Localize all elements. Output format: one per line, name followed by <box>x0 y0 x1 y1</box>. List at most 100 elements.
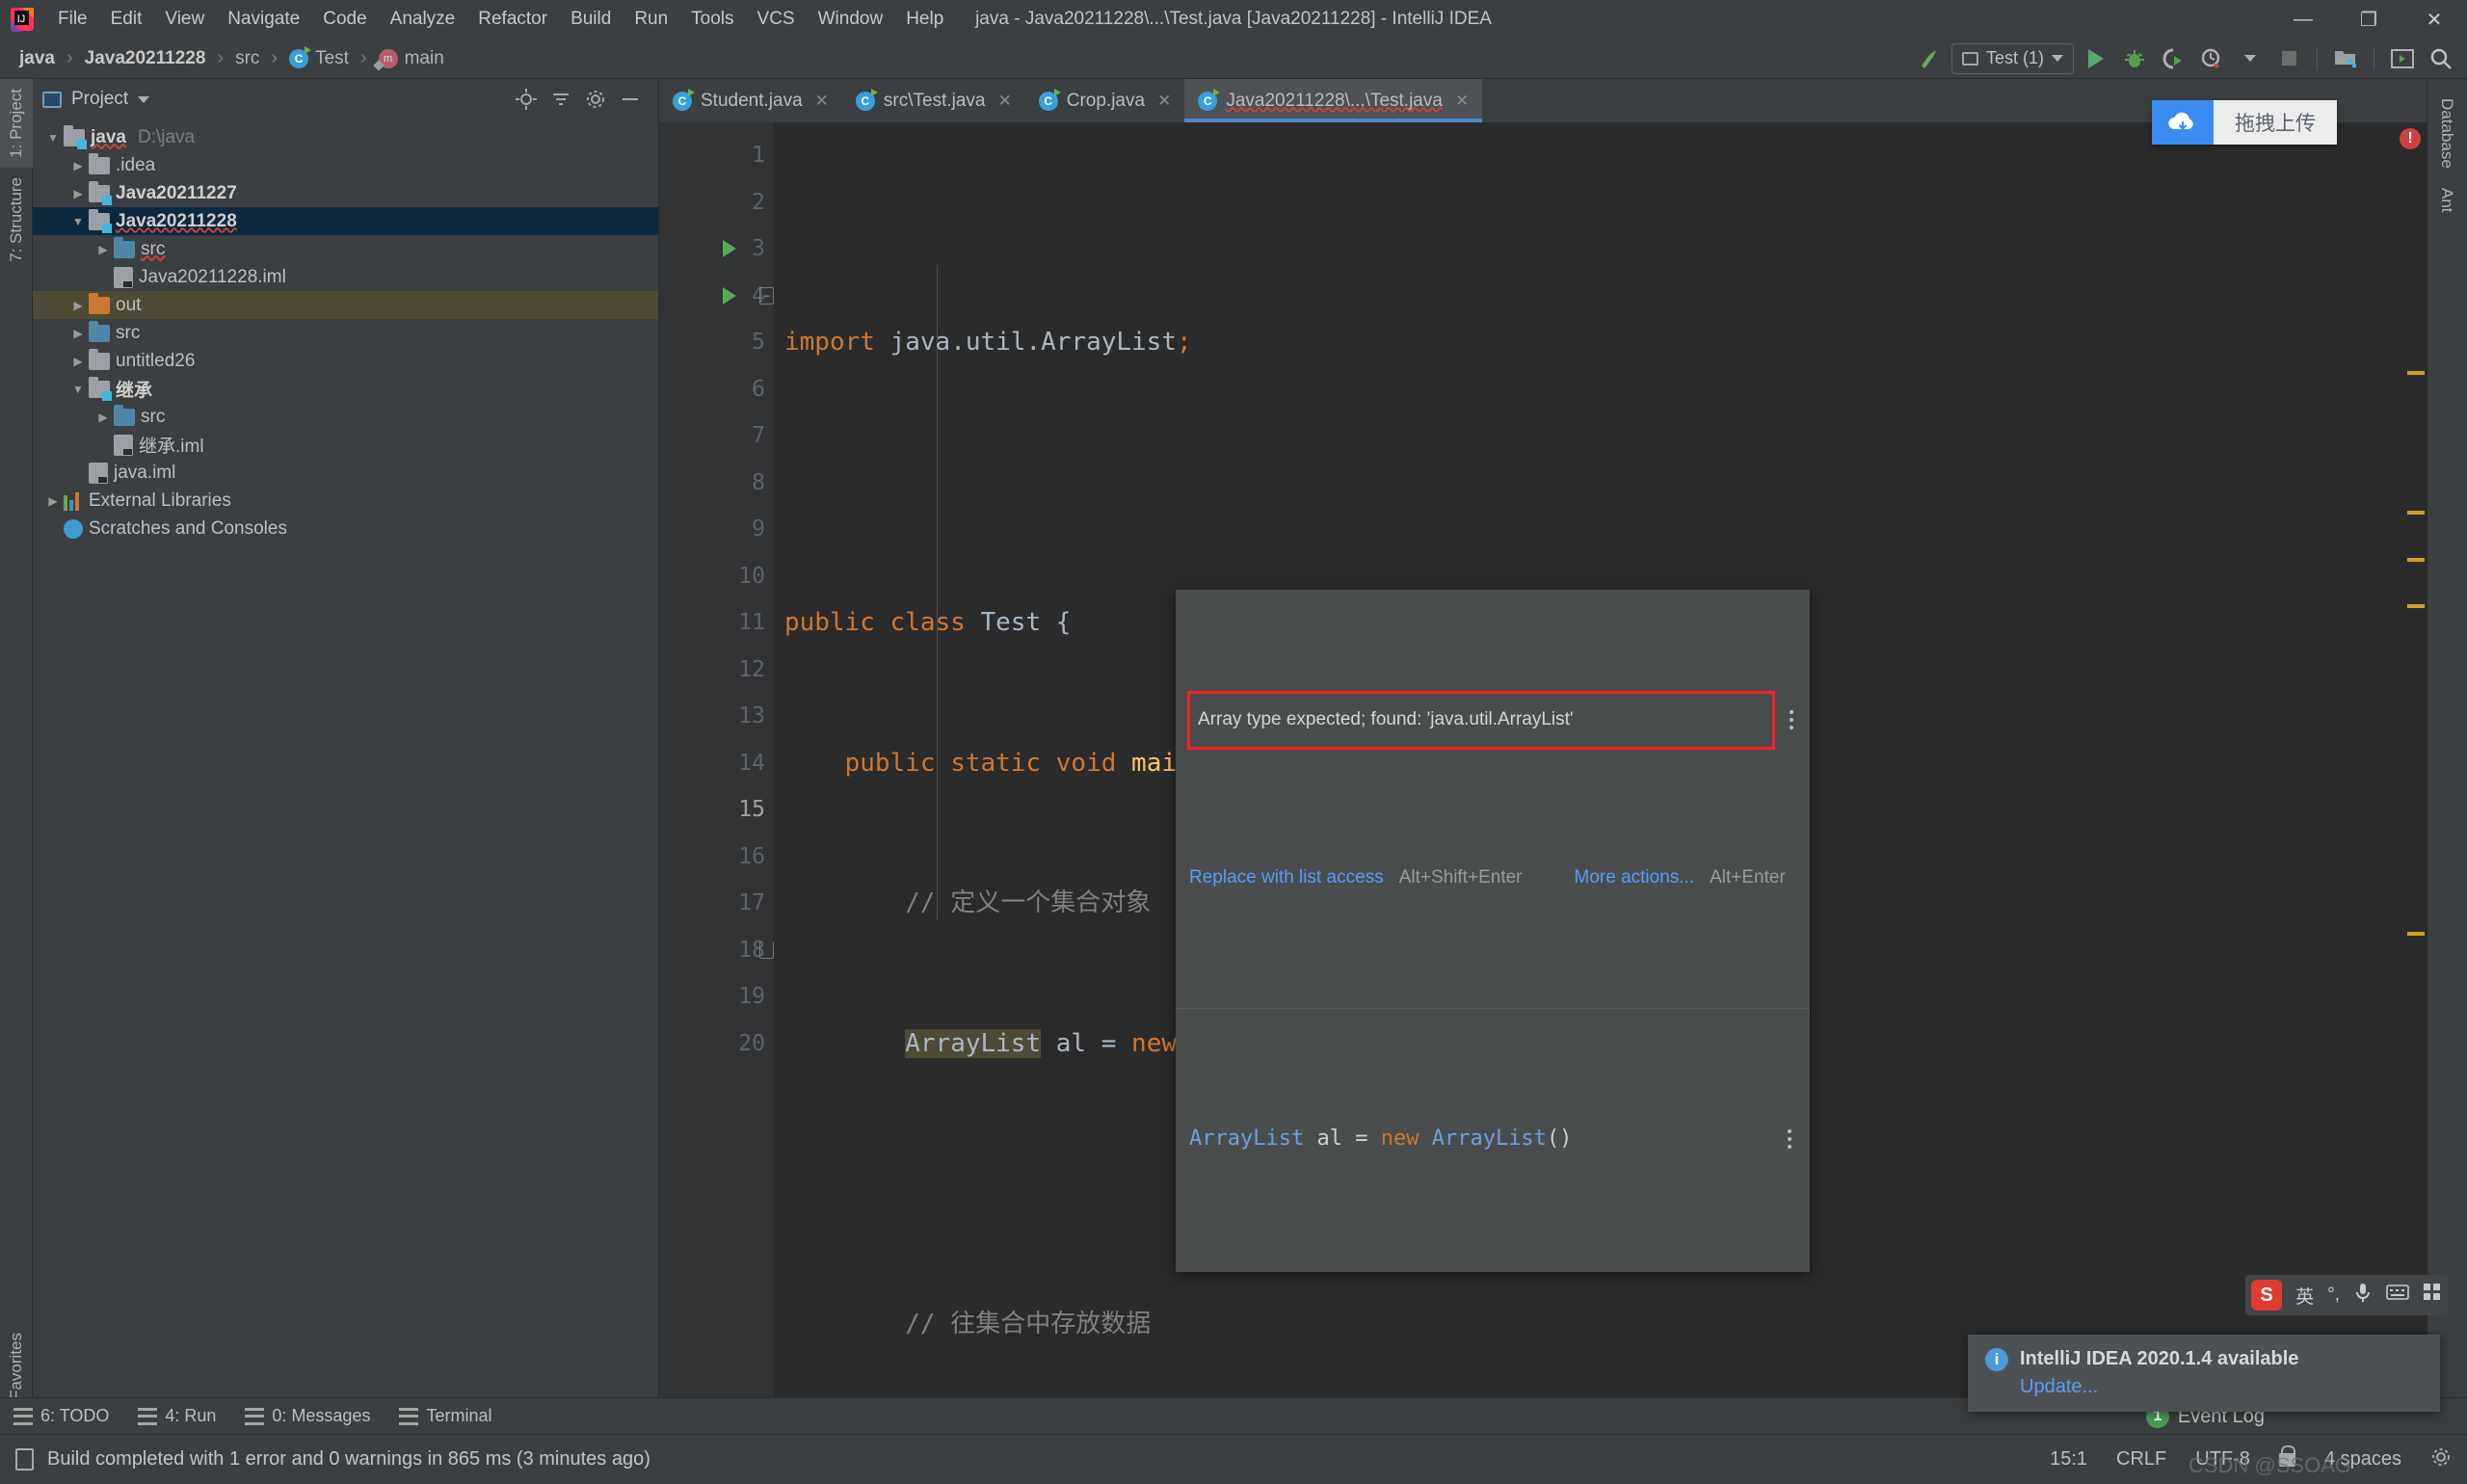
chevron-right-icon[interactable]: ▶ <box>67 327 89 340</box>
sidebar-item-ant[interactable]: Ant <box>2427 178 2466 223</box>
close-icon[interactable]: ✕ <box>1157 92 1171 111</box>
chevron-right-icon[interactable]: ▶ <box>67 299 89 312</box>
tool-window-6-todo[interactable]: 6: TODO <box>13 1406 109 1426</box>
preview-options-icon[interactable] <box>1773 1129 1798 1150</box>
menu-item-analyze[interactable]: Analyze <box>379 5 467 34</box>
chevron-right-icon[interactable]: ▶ <box>67 187 89 200</box>
menu-item-edit[interactable]: Edit <box>99 5 154 34</box>
ime-mode-label[interactable]: 英 <box>2295 1283 2314 1309</box>
profiler-dropdown-icon[interactable] <box>2234 43 2267 74</box>
close-icon[interactable]: ✕ <box>1455 92 1469 111</box>
tree-node--.iml[interactable]: ▶ 继承.iml <box>33 431 658 459</box>
menu-item-build[interactable]: Build <box>559 5 623 34</box>
locate-icon[interactable] <box>516 89 537 110</box>
menu-item-navigate[interactable]: Navigate <box>216 5 311 34</box>
stop-button[interactable] <box>2272 43 2305 74</box>
open-console-button[interactable] <box>2386 43 2419 74</box>
hide-icon[interactable] <box>620 89 641 110</box>
run-button[interactable] <box>2080 43 2112 74</box>
warning-marker[interactable] <box>2407 932 2425 936</box>
tree-node-java20211228.iml[interactable]: ▶ Java20211228.iml <box>33 263 658 291</box>
chevron-down-icon[interactable]: ▼ <box>67 215 89 228</box>
tree-node-out[interactable]: ▶ out <box>33 291 658 319</box>
menu-item-vcs[interactable]: VCS <box>746 5 807 34</box>
gutter-line-4[interactable]: −4 <box>659 273 774 320</box>
gutter-line-1[interactable]: 1 <box>659 132 773 179</box>
gutter-line-17[interactable]: 17 <box>659 880 773 927</box>
editor-gutter[interactable]: 1 2 3−4 5 6 7 8 9 10 11 12 13 14 15 16 17 18 19 20 <box>659 122 774 1434</box>
tool-window-terminal[interactable]: Terminal <box>399 1406 492 1426</box>
maximize-button[interactable]: ❐ <box>2336 0 2401 39</box>
menu-item-window[interactable]: Window <box>807 5 895 34</box>
gutter-line-19[interactable]: 19 <box>659 973 773 1020</box>
chevron-down-icon[interactable]: ▼ <box>67 383 89 396</box>
tree-node-java[interactable]: ▼ java D:\java <box>33 123 658 151</box>
gutter-line-15[interactable]: 15 <box>659 786 773 834</box>
gutter-line-10[interactable]: 10 <box>659 553 773 600</box>
chevron-right-icon[interactable]: ▶ <box>93 243 114 256</box>
editor-tab-student.java[interactable]: C Student.java ✕ <box>659 79 842 122</box>
tool-window-0-messages[interactable]: 0: Messages <box>245 1406 370 1426</box>
tool-window-4-run[interactable]: 4: Run <box>138 1406 216 1426</box>
gutter-line-8[interactable]: 8 <box>659 460 773 507</box>
warning-marker[interactable] <box>2407 604 2425 608</box>
tree-node-src[interactable]: ▶ src <box>33 235 658 263</box>
gutter-line-20[interactable]: 20 <box>659 1020 773 1068</box>
editor-tab-src-test.java[interactable]: Csrc\Test.java ✕ <box>842 79 1025 122</box>
update-project-icon[interactable] <box>1913 43 1946 74</box>
gutter-line-5[interactable]: 5 <box>659 319 773 366</box>
gutter-line-7[interactable]: 7 <box>659 412 773 460</box>
gutter-line-13[interactable]: 13 <box>659 693 773 740</box>
run-gutter-icon[interactable] <box>723 240 736 258</box>
microphone-icon[interactable] <box>2353 1282 2373 1309</box>
run-with-coverage-button[interactable] <box>2157 43 2189 74</box>
menu-item-view[interactable]: View <box>153 5 216 34</box>
replace-with-list-access-action[interactable]: Replace with list access <box>1189 855 1384 902</box>
editor-tab-crop.java[interactable]: C Crop.java ✕ <box>1025 79 1185 122</box>
drag-upload-widget[interactable]: 拖拽上传 <box>2152 100 2337 145</box>
warning-marker[interactable] <box>2407 371 2425 375</box>
editor-tab-java20211228-...-test.java[interactable]: C Java20211228\...\Test.java ✕ <box>1184 79 1483 122</box>
menu-item-tools[interactable]: Tools <box>679 5 745 34</box>
search-everywhere-button[interactable] <box>2425 43 2457 74</box>
tree-node-src[interactable]: ▶ src <box>33 319 658 347</box>
tree-node--[interactable]: ▼ 继承 <box>33 375 658 403</box>
debug-button[interactable] <box>2118 43 2151 74</box>
breadcrumb-item-java20211228[interactable]: Java20211228 <box>81 46 210 71</box>
tree-node-.idea[interactable]: ▶ .idea <box>33 151 658 179</box>
sidebar-item-structure[interactable]: 7: Structure <box>0 168 33 272</box>
settings-gear-icon[interactable] <box>2430 1446 2452 1473</box>
run-gutter-icon[interactable] <box>723 286 736 305</box>
caret-position[interactable]: 15:1 <box>2050 1448 2087 1471</box>
menu-item-refactor[interactable]: Refactor <box>466 5 559 34</box>
line-separator[interactable]: CRLF <box>2116 1448 2166 1471</box>
grid-icon[interactable] <box>2423 1283 2442 1308</box>
fold-end-icon[interactable] <box>759 941 774 959</box>
tree-node-java20211227[interactable]: ▶ Java20211227 <box>33 179 658 207</box>
chevron-down-icon[interactable]: ▼ <box>42 131 64 145</box>
gear-icon[interactable] <box>585 89 606 110</box>
warning-marker[interactable] <box>2407 558 2425 562</box>
gutter-line-9[interactable]: 9 <box>659 506 773 553</box>
sidebar-item-project[interactable]: 1: Project <box>0 79 33 168</box>
fold-collapse-icon[interactable]: − <box>759 286 774 305</box>
minimize-button[interactable]: — <box>2270 0 2336 39</box>
tree-node-external-libraries[interactable]: ▶ External Libraries <box>33 487 658 515</box>
breadcrumb-item-main[interactable]: m main <box>375 46 448 71</box>
build-project-button[interactable] <box>2329 43 2362 74</box>
chevron-right-icon[interactable]: ▶ <box>67 159 89 172</box>
gutter-line-14[interactable]: 14 <box>659 740 773 787</box>
chevron-right-icon[interactable]: ▶ <box>93 411 114 424</box>
breadcrumb-item-test[interactable]: C Test <box>285 45 353 71</box>
gutter-line-11[interactable]: 11 <box>659 599 773 647</box>
tree-node-java.iml[interactable]: ▶ java.iml <box>33 459 658 487</box>
gutter-line-18[interactable]: 18 <box>659 927 774 974</box>
menu-item-run[interactable]: Run <box>623 5 679 34</box>
more-actions-link[interactable]: More actions... <box>1575 855 1695 902</box>
editor-marker-bar[interactable] <box>2403 122 2427 1434</box>
ime-punctuation-icon[interactable]: °, <box>2327 1285 2340 1306</box>
notification-update-link[interactable]: Update... <box>2020 1376 2423 1398</box>
popup-options-icon[interactable] <box>1775 710 1800 730</box>
tree-node-untitled26[interactable]: ▶ untitled26 <box>33 347 658 375</box>
profiler-button[interactable] <box>2195 43 2228 74</box>
